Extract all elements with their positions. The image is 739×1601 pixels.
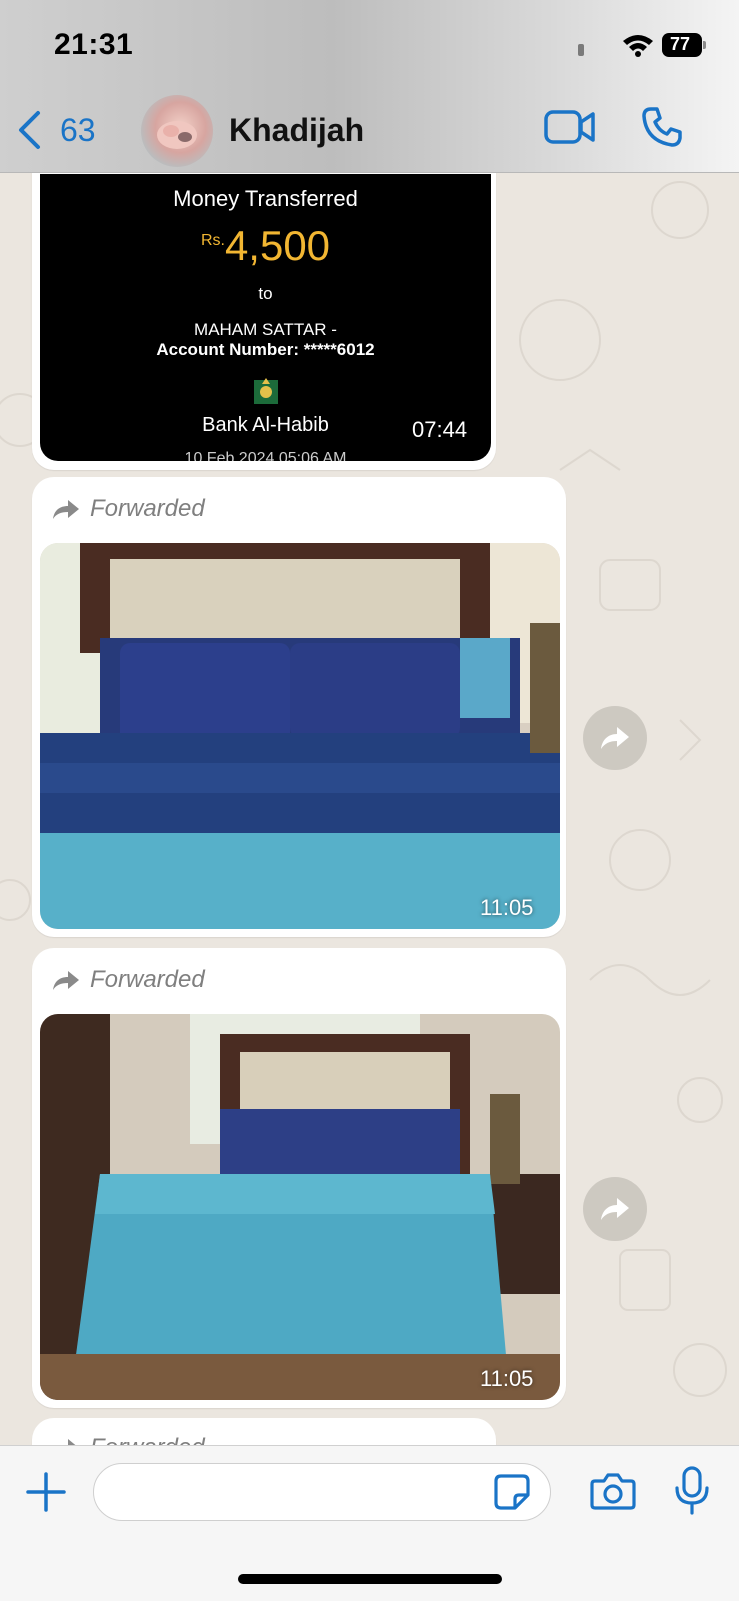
- forward-button[interactable]: [583, 1177, 647, 1241]
- chevron-left-icon: [19, 111, 40, 149]
- receipt-amount: 4,500: [224, 222, 331, 269]
- receipt-date: 10 Feb 2024 05:06 AM: [184, 450, 347, 461]
- unread-count: 63: [60, 111, 96, 148]
- forwarded-label: Forwarded: [90, 495, 205, 522]
- home-indicator[interactable]: [238, 1574, 502, 1584]
- receipt-image-message[interactable]: Money Transferred Rs.4,500 to MAHAM SATT…: [32, 150, 496, 470]
- receipt-account-number: Account Number: *****6012: [156, 340, 375, 359]
- message-time: 11:05: [480, 1366, 534, 1391]
- message-input[interactable]: [93, 1463, 551, 1521]
- message-composer: [0, 1445, 739, 1601]
- forward-button[interactable]: [583, 706, 647, 770]
- video-call-button[interactable]: [544, 108, 596, 151]
- bedroom-photo[interactable]: 11:05: [40, 1014, 560, 1400]
- back-button[interactable]: 63: [16, 106, 96, 154]
- chat-header: 21:31 77 63 Khadijah: [0, 0, 739, 173]
- bedroom-photo[interactable]: 11:05: [40, 543, 560, 929]
- receipt-to-label: to: [258, 284, 273, 303]
- avatar[interactable]: [141, 95, 213, 167]
- receipt-currency: Rs.: [200, 232, 225, 249]
- receipt-amount-row: Rs.4,500: [40, 222, 491, 270]
- contact-name[interactable]: Khadijah: [229, 112, 364, 149]
- receipt-title: Money Transferred: [173, 186, 358, 211]
- battery-icon: 77: [662, 33, 706, 57]
- camera-icon: [590, 1473, 636, 1510]
- attach-button[interactable]: [26, 1472, 66, 1517]
- message-time: 11:05: [480, 895, 534, 920]
- bank-logo-icon: [254, 378, 278, 404]
- plus-icon: [26, 1472, 66, 1512]
- wifi-icon: [623, 35, 653, 57]
- forward-arrow-icon: [53, 971, 79, 990]
- battery-level: 77: [669, 34, 691, 54]
- receipt-recipient-name: MAHAM SATTAR -: [194, 320, 337, 339]
- status-time: 21:31: [54, 28, 134, 61]
- avatar-image: [157, 121, 197, 149]
- sticker-icon: [494, 1474, 530, 1510]
- forwarded-label: Forwarded: [90, 966, 205, 993]
- sticker-button[interactable]: [493, 1473, 531, 1516]
- voice-message-button[interactable]: [673, 1466, 711, 1521]
- microphone-icon: [675, 1466, 709, 1515]
- bed-image: [40, 1014, 560, 1400]
- phone-icon: [642, 107, 682, 147]
- voice-call-button[interactable]: [641, 106, 683, 153]
- camera-button[interactable]: [590, 1471, 636, 1516]
- video-camera-icon: [544, 110, 595, 144]
- forward-arrow-icon: [53, 500, 79, 519]
- bed-image: [40, 543, 560, 929]
- forward-arrow-icon: [601, 727, 629, 749]
- cellular-signal-icon: [578, 44, 584, 56]
- forwarded-image-message[interactable]: Forwarded 11:05: [32, 948, 566, 1408]
- forwarded-image-message[interactable]: Forwarded 11:05: [32, 477, 566, 937]
- forward-arrow-icon: [601, 1198, 629, 1220]
- forwarded-indicator: Forwarded: [52, 966, 205, 994]
- receipt-image[interactable]: Money Transferred Rs.4,500 to MAHAM SATT…: [40, 174, 491, 461]
- message-time: 07:44: [412, 417, 468, 442]
- forwarded-indicator: Forwarded: [52, 495, 205, 523]
